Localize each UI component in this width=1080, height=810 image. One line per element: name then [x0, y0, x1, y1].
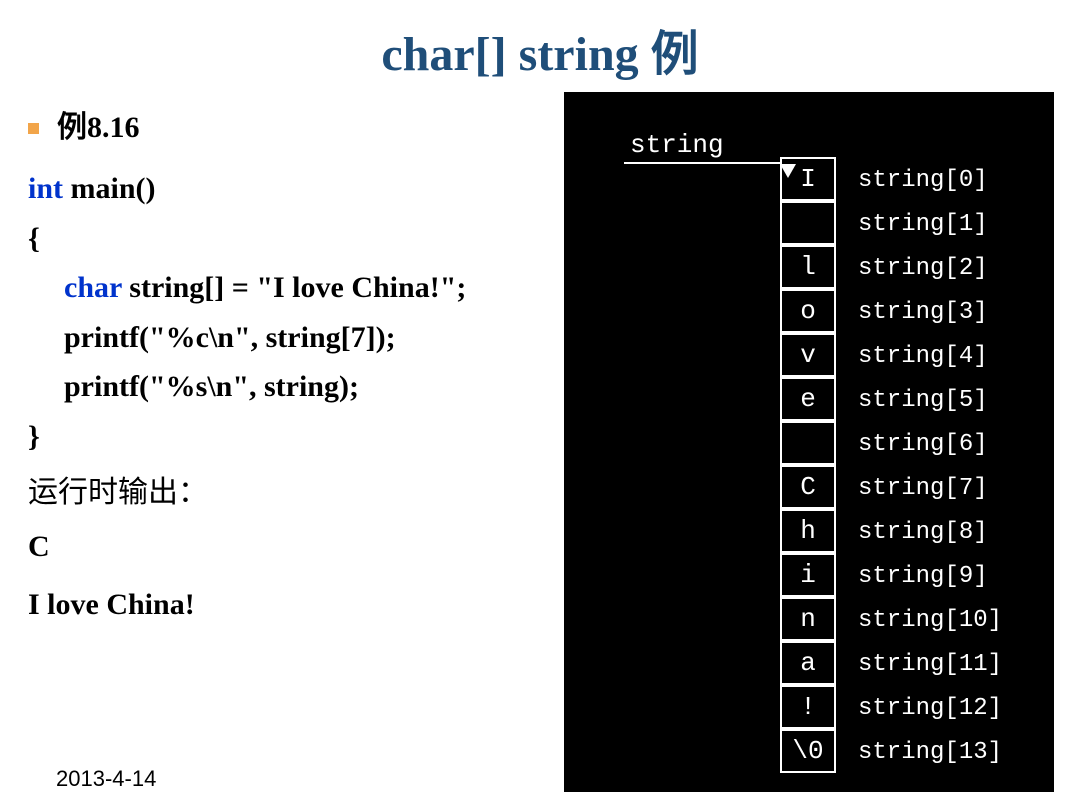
- index-label: string[10]: [858, 607, 1002, 634]
- index-label: string[0]: [858, 167, 988, 194]
- memory-cell: v: [780, 333, 836, 377]
- index-label: string[8]: [858, 519, 988, 546]
- memory-cell: I: [780, 157, 836, 201]
- output-2: I love China!: [28, 581, 588, 629]
- index-label: string[12]: [858, 695, 1002, 722]
- table-row: e string[5]: [780, 378, 1002, 422]
- memory-cell: [780, 421, 836, 465]
- table-row: n string[10]: [780, 598, 1002, 642]
- memory-cell: !: [780, 685, 836, 729]
- index-label: string[4]: [858, 343, 988, 370]
- bullet-row: 例8.16: [28, 104, 588, 152]
- code-line-3: char string[] = "I love China!";: [28, 263, 588, 313]
- memory-cell: \0: [780, 729, 836, 773]
- table-row: \0 string[13]: [780, 730, 1002, 774]
- memory-cell: l: [780, 245, 836, 289]
- memory-cell: a: [780, 641, 836, 685]
- table-row: l string[2]: [780, 246, 1002, 290]
- memory-cell: o: [780, 289, 836, 333]
- index-label: string[13]: [858, 739, 1002, 766]
- memory-cell: e: [780, 377, 836, 421]
- index-label: string[6]: [858, 431, 988, 458]
- table-row: string[1]: [780, 202, 1002, 246]
- content-column: 例8.16 int main() { char string[] = "I lo…: [28, 104, 588, 629]
- table-row: h string[8]: [780, 510, 1002, 554]
- index-label: string[9]: [858, 563, 988, 590]
- main-decl: main(): [63, 172, 156, 205]
- memory-cell: i: [780, 553, 836, 597]
- table-row: v string[4]: [780, 334, 1002, 378]
- keyword-int: int: [28, 172, 63, 205]
- memory-cell: n: [780, 597, 836, 641]
- table-row: Cstring[7]: [780, 466, 1002, 510]
- table-row: Istring[0]: [780, 158, 1002, 202]
- code-line-2: {: [28, 214, 588, 264]
- keyword-char: char: [64, 271, 122, 304]
- table-row: a string[11]: [780, 642, 1002, 686]
- index-label: string[3]: [858, 299, 988, 326]
- memory-cell: C: [780, 465, 836, 509]
- code-line-4: printf("%c\n", string[7]);: [28, 313, 588, 363]
- index-label: string[2]: [858, 255, 988, 282]
- slide-title: char[] string 例: [0, 0, 1080, 84]
- index-label: string[1]: [858, 211, 988, 238]
- memory-cell: h: [780, 509, 836, 553]
- index-label: string[11]: [858, 651, 1002, 678]
- output-1: C: [28, 523, 588, 571]
- array-label: string: [630, 130, 724, 160]
- footer-date: 2013-4-14: [56, 766, 156, 792]
- memory-cell: [780, 201, 836, 245]
- arrow-shaft: [624, 162, 780, 164]
- code-line-5: printf("%s\n", string);: [28, 362, 588, 412]
- index-label: string[7]: [858, 475, 988, 502]
- table-row: i string[9]: [780, 554, 1002, 598]
- bullet-icon: [28, 123, 39, 134]
- slide: char[] string 例 例8.16 int main() { char …: [0, 0, 1080, 810]
- run-output-label: 运行时输出：: [28, 469, 588, 517]
- table-row: o string[3]: [780, 290, 1002, 334]
- index-label: string[5]: [858, 387, 988, 414]
- cell-column: Istring[0] string[1] l string[2] o string[3] v…: [780, 158, 1002, 774]
- example-label: 例8.16: [57, 104, 140, 152]
- code-line-6: }: [28, 412, 588, 462]
- memory-diagram: string Istring[0]string[1]lstring[2]ostr…: [564, 92, 1054, 792]
- table-row: ! string[12]: [780, 686, 1002, 730]
- string-decl: string[] = "I love China!";: [122, 271, 467, 304]
- table-row: string[6]: [780, 422, 1002, 466]
- code-line-1: int main(): [28, 164, 588, 214]
